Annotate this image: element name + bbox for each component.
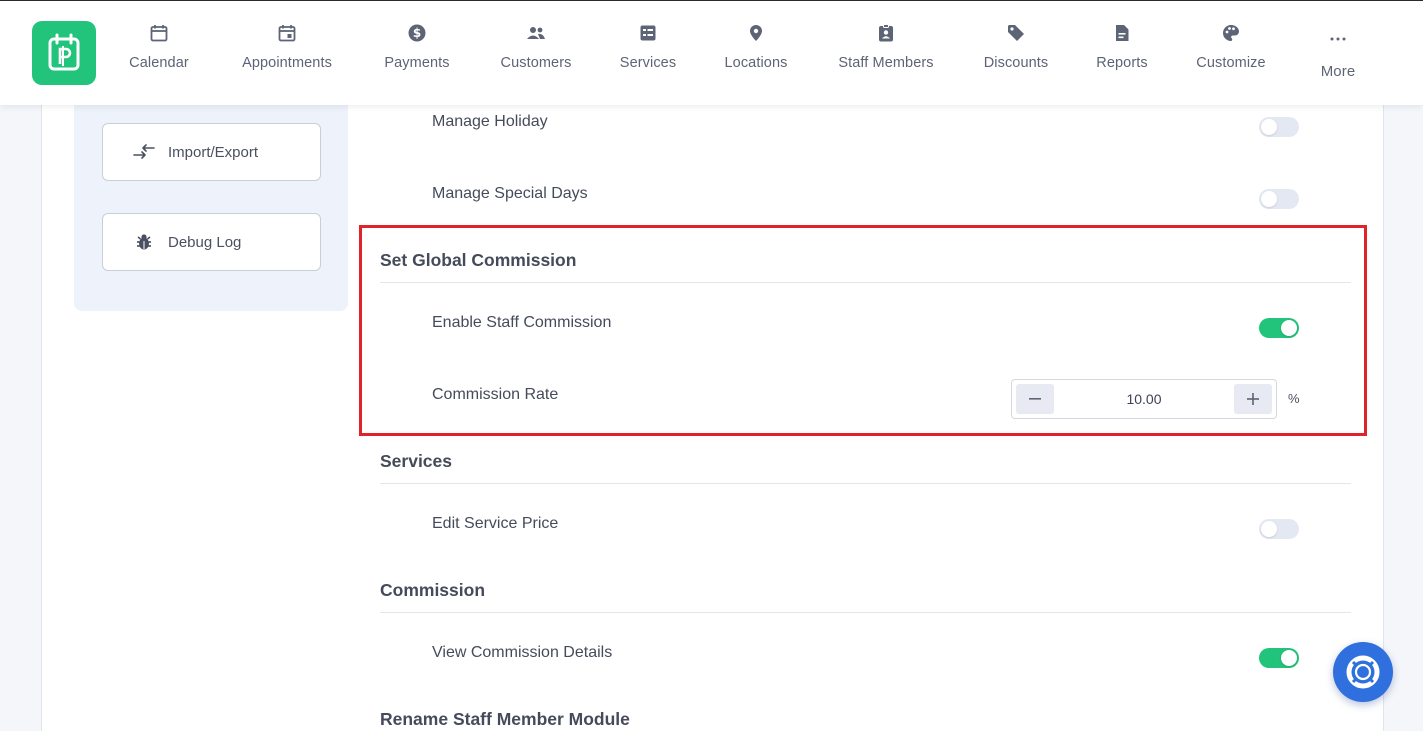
- debug-log-label: Debug Log: [168, 233, 242, 251]
- highlight-box: [359, 225, 1367, 436]
- nav-locations[interactable]: Locations: [720, 23, 792, 83]
- nav-label: Appointments: [242, 55, 332, 71]
- toggle-knob: [1281, 650, 1297, 666]
- nav-staff-members[interactable]: Staff Members: [832, 23, 940, 83]
- section-divider: [380, 483, 1351, 484]
- commission-section-title: Commission: [380, 580, 486, 600]
- report-icon: [1112, 23, 1132, 43]
- nav-payments[interactable]: $ Payments: [380, 23, 454, 83]
- nav-services[interactable]: Services: [617, 23, 679, 83]
- nav-label: Customers: [500, 55, 572, 71]
- import-export-button[interactable]: Import/Export: [102, 123, 321, 181]
- manage-special-days-toggle[interactable]: [1259, 189, 1299, 209]
- nav-label: Locations: [724, 55, 788, 71]
- nav-label: More: [1320, 63, 1356, 80]
- tag-icon: [1006, 23, 1026, 43]
- map-pin-icon: [746, 23, 766, 43]
- nav-reports[interactable]: Reports: [1092, 23, 1152, 83]
- calendar-event-icon: [277, 23, 297, 43]
- manage-holiday-label: Manage Holiday: [432, 113, 548, 130]
- nav-label: Calendar: [129, 55, 189, 71]
- dollar-icon: $: [407, 23, 427, 43]
- top-navigation: Calendar Appointments $ Payments Custome…: [0, 0, 1423, 105]
- nav-more[interactable]: More: [1314, 23, 1362, 83]
- view-commission-details-label: View Commission Details: [432, 644, 613, 661]
- nav-discounts[interactable]: Discounts: [979, 23, 1053, 83]
- nav-label: Reports: [1096, 55, 1148, 71]
- app-logo[interactable]: [32, 21, 96, 85]
- logo-icon: [48, 33, 80, 71]
- nav-label: Services: [619, 55, 677, 71]
- badge-icon: [876, 23, 896, 43]
- nav-label: Customize: [1196, 55, 1266, 71]
- nav-label: Payments: [384, 55, 450, 71]
- bug-icon: [131, 231, 157, 253]
- nav-customers[interactable]: Customers: [495, 23, 577, 83]
- manage-special-days-label: Manage Special Days: [432, 185, 588, 202]
- toggle-knob: [1261, 191, 1277, 207]
- toggle-knob: [1261, 119, 1277, 135]
- list-icon: [638, 23, 658, 43]
- users-icon: [526, 23, 546, 43]
- help-button[interactable]: [1333, 642, 1393, 702]
- edit-service-price-toggle[interactable]: [1259, 519, 1299, 539]
- view-commission-details-toggle[interactable]: [1259, 648, 1299, 668]
- rename-staff-section-title: Rename Staff Member Module: [380, 709, 630, 729]
- nav-label: Discounts: [983, 55, 1049, 71]
- services-section-title: Services: [380, 451, 453, 471]
- toggle-knob: [1261, 521, 1277, 537]
- svg-text:$: $: [413, 26, 421, 40]
- lifebuoy-icon: [1346, 655, 1380, 689]
- debug-log-button[interactable]: Debug Log: [102, 213, 321, 271]
- nav-appointments[interactable]: Appointments: [235, 23, 339, 83]
- section-divider: [380, 612, 1351, 613]
- edit-service-price-label: Edit Service Price: [432, 515, 559, 532]
- nav-customize[interactable]: Customize: [1191, 23, 1271, 83]
- import-export-icon: [131, 141, 157, 163]
- manage-holiday-toggle[interactable]: [1259, 117, 1299, 137]
- calendar-icon: [149, 23, 169, 43]
- nav-calendar[interactable]: Calendar: [124, 23, 194, 83]
- nav-label: Staff Members: [838, 55, 934, 71]
- ellipsis-icon: [1328, 29, 1348, 49]
- import-export-label: Import/Export: [168, 143, 259, 161]
- palette-icon: [1221, 23, 1241, 43]
